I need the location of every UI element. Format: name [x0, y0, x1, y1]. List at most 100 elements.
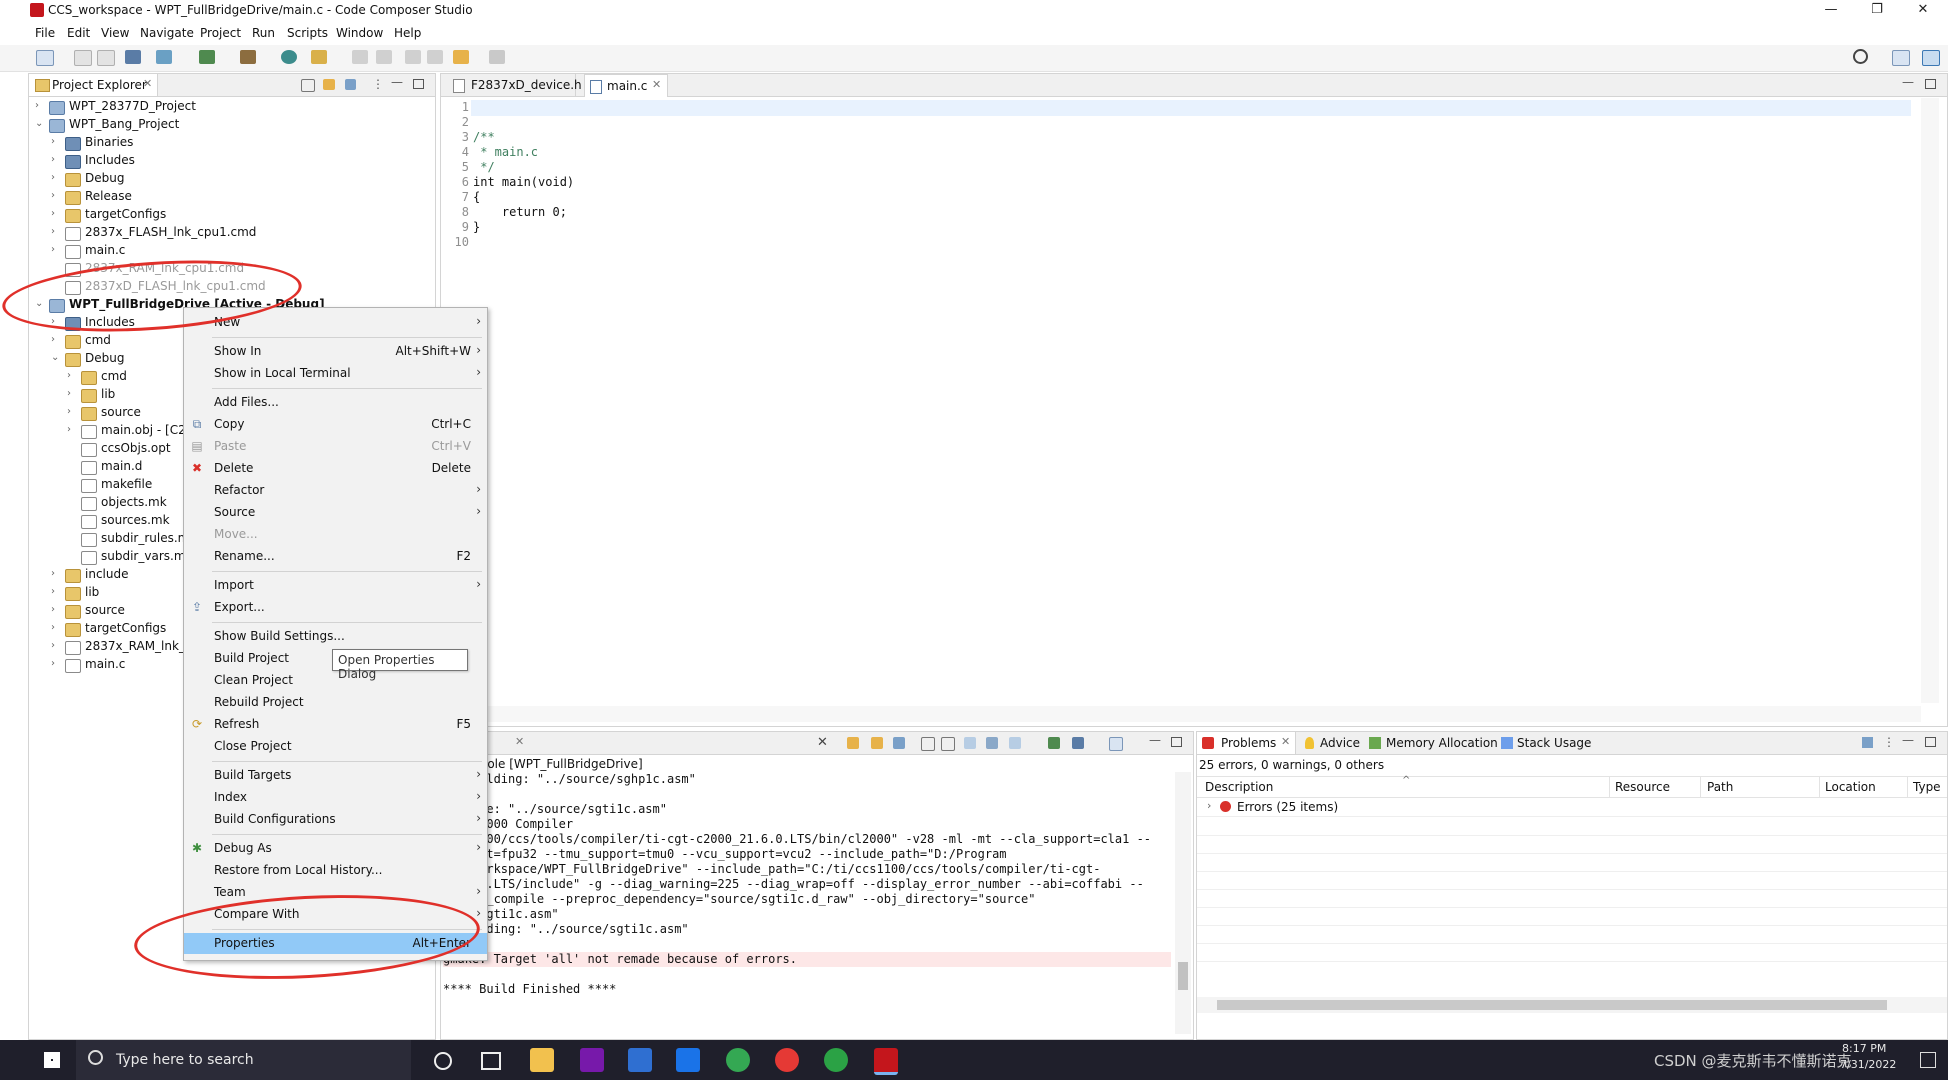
menu-help[interactable]: Help: [394, 26, 421, 40]
onenote-icon[interactable]: [580, 1048, 604, 1072]
clock-date[interactable]: 7/31/2022: [1840, 1058, 1896, 1071]
menu-item-build-configurations[interactable]: Build Configurations ›: [184, 809, 487, 830]
tab-f2837xd-device-h[interactable]: F2837xD_device.h: [449, 74, 582, 96]
expand-twisty-icon[interactable]: ›: [51, 586, 61, 597]
open-console-icon[interactable]: [1048, 737, 1060, 749]
menu-item-team[interactable]: Team ›: [184, 882, 487, 903]
menu-item-export[interactable]: ⇪ Export...: [184, 597, 487, 618]
save-icon[interactable]: [74, 50, 92, 66]
code-area[interactable]: 1 2 3/** 4 * main.c 5 */6 int main(void) 7{8 r…: [441, 100, 1921, 700]
prev-edit-icon[interactable]: [352, 50, 368, 64]
display-selected-icon[interactable]: [1009, 737, 1021, 749]
problems-row[interactable]: › Errors (25 items): [1197, 798, 1947, 817]
tree-item[interactable]: › Debug: [29, 170, 429, 188]
todo-icon[interactable]: [628, 1048, 652, 1072]
code-line[interactable]: 3 /**: [441, 130, 1911, 146]
tree-item[interactable]: › Release: [29, 188, 429, 206]
menu-item-refresh[interactable]: ⟳ Refresh F5: [184, 714, 487, 735]
menu-item-new[interactable]: New ›: [184, 312, 487, 333]
forward-icon[interactable]: [427, 50, 443, 64]
menu-scripts[interactable]: Scripts: [287, 26, 328, 40]
tree-item[interactable]: › Binaries: [29, 134, 429, 152]
tree-item[interactable]: › targetConfigs: [29, 206, 429, 224]
menu-item-delete[interactable]: ✖ Delete Delete: [184, 458, 487, 479]
code-line[interactable]: 8 return 0;: [441, 205, 1911, 221]
menu-navigate[interactable]: Navigate: [140, 26, 194, 40]
tree-item[interactable]: 2837xD_FLASH_lnk_cpu1.cmd: [29, 278, 429, 296]
menu-file[interactable]: File: [35, 26, 55, 40]
nav-forward-icon[interactable]: [489, 50, 505, 64]
close-tab-icon[interactable]: ✕: [652, 78, 661, 91]
maximize-view-icon[interactable]: [1925, 79, 1936, 89]
minimize-view-icon[interactable]: —: [1902, 733, 1914, 747]
tools-icon[interactable]: [240, 50, 256, 64]
col-location[interactable]: Location: [1825, 780, 1876, 794]
col-description[interactable]: Description: [1205, 780, 1273, 794]
close-button[interactable]: ✕: [1904, 0, 1942, 22]
paste-console-icon[interactable]: [941, 737, 955, 751]
expand-twisty-icon[interactable]: ⌄: [35, 118, 45, 129]
expand-twisty-icon[interactable]: ›: [51, 208, 61, 219]
close-tab-icon[interactable]: ✕: [1281, 735, 1290, 748]
problems-hscrollbar[interactable]: [1197, 997, 1947, 1013]
editor-vertical-scrollbar[interactable]: [1921, 98, 1939, 703]
code-line[interactable]: 9}: [441, 220, 1911, 236]
menu-window[interactable]: Window: [336, 26, 383, 40]
expand-twisty-icon[interactable]: ›: [51, 154, 61, 165]
build-icon[interactable]: [156, 50, 172, 64]
save-all-icon[interactable]: [97, 50, 115, 66]
expand-twisty-icon[interactable]: ›: [51, 658, 61, 669]
menu-item-add-files[interactable]: Add Files...: [184, 392, 487, 413]
expand-twisty-icon[interactable]: ›: [67, 388, 77, 399]
expand-twisty-icon[interactable]: ›: [35, 100, 45, 111]
expand-twisty-icon[interactable]: ›: [67, 370, 77, 381]
filter-icon[interactable]: [345, 79, 356, 90]
menu-item-show-in-local-terminal[interactable]: Show in Local Terminal ›: [184, 363, 487, 384]
expand-twisty-icon[interactable]: ›: [51, 334, 61, 345]
tree-item[interactable]: 2837x_RAM_lnk_cpu1.cmd: [29, 260, 429, 278]
code-line[interactable]: 6 int main(void): [441, 175, 1911, 191]
tree-item[interactable]: › main.c: [29, 242, 429, 260]
menu-item-close-project[interactable]: Close Project: [184, 736, 487, 757]
show-console-icon[interactable]: [964, 737, 976, 749]
expand-twisty-icon[interactable]: ›: [51, 244, 61, 255]
menu-item-import[interactable]: Import ›: [184, 575, 487, 596]
menu-item-compare-with[interactable]: Compare With ›: [184, 904, 487, 925]
search-icon[interactable]: [1853, 49, 1868, 64]
expand-twisty-icon[interactable]: ›: [67, 424, 77, 435]
windows-start-icon[interactable]: [44, 1052, 60, 1068]
clear-console-icon[interactable]: ✕: [817, 735, 828, 750]
console-scrollbar[interactable]: [1175, 772, 1191, 1034]
browser-icon[interactable]: [775, 1048, 799, 1072]
tab-memory-allocation[interactable]: Memory Allocation: [1386, 736, 1498, 750]
new-console-icon[interactable]: [1109, 737, 1123, 751]
code-line[interactable]: 1: [441, 100, 1911, 116]
tree-item[interactable]: ⌄ WPT_Bang_Project: [29, 116, 429, 134]
menu-item-restore-from-local-history[interactable]: Restore from Local History...: [184, 860, 487, 881]
debug-icon[interactable]: [199, 50, 215, 64]
col-resource[interactable]: Resource: [1615, 780, 1670, 794]
menu-item-refactor[interactable]: Refactor ›: [184, 480, 487, 501]
menu-item-show-build-settings[interactable]: Show Build Settings...: [184, 626, 487, 647]
minimize-view-icon[interactable]: —: [1149, 733, 1161, 747]
ccs-perspective-icon[interactable]: [1922, 50, 1940, 66]
collapse-all-icon[interactable]: [301, 79, 315, 92]
tab-problems[interactable]: Problems ✕: [1197, 732, 1296, 754]
view-menu-icon[interactable]: ⋮: [1883, 735, 1895, 749]
filter-icon[interactable]: [1862, 737, 1873, 748]
menu-item-rename[interactable]: Rename... F2: [184, 546, 487, 567]
expand-twisty-icon[interactable]: ›: [51, 136, 61, 147]
expand-twisty-icon[interactable]: ⌄: [35, 298, 45, 309]
scroll-lock-icon[interactable]: [847, 737, 859, 749]
menu-project[interactable]: Project: [200, 26, 241, 40]
col-type[interactable]: Type: [1913, 780, 1941, 794]
wechat-icon[interactable]: [824, 1048, 848, 1072]
annotation-icon[interactable]: [311, 50, 327, 64]
minimize-view-icon[interactable]: —: [1902, 75, 1914, 89]
menu-edit[interactable]: Edit: [67, 26, 90, 40]
clock-time[interactable]: 8:17 PM: [1842, 1042, 1886, 1055]
menu-item-show-in[interactable]: Show In Alt+Shift+W ›: [184, 341, 487, 362]
code-line[interactable]: 4 * main.c: [441, 145, 1911, 161]
maximize-view-icon[interactable]: [1171, 737, 1182, 747]
file-explorer-icon[interactable]: [530, 1048, 554, 1072]
